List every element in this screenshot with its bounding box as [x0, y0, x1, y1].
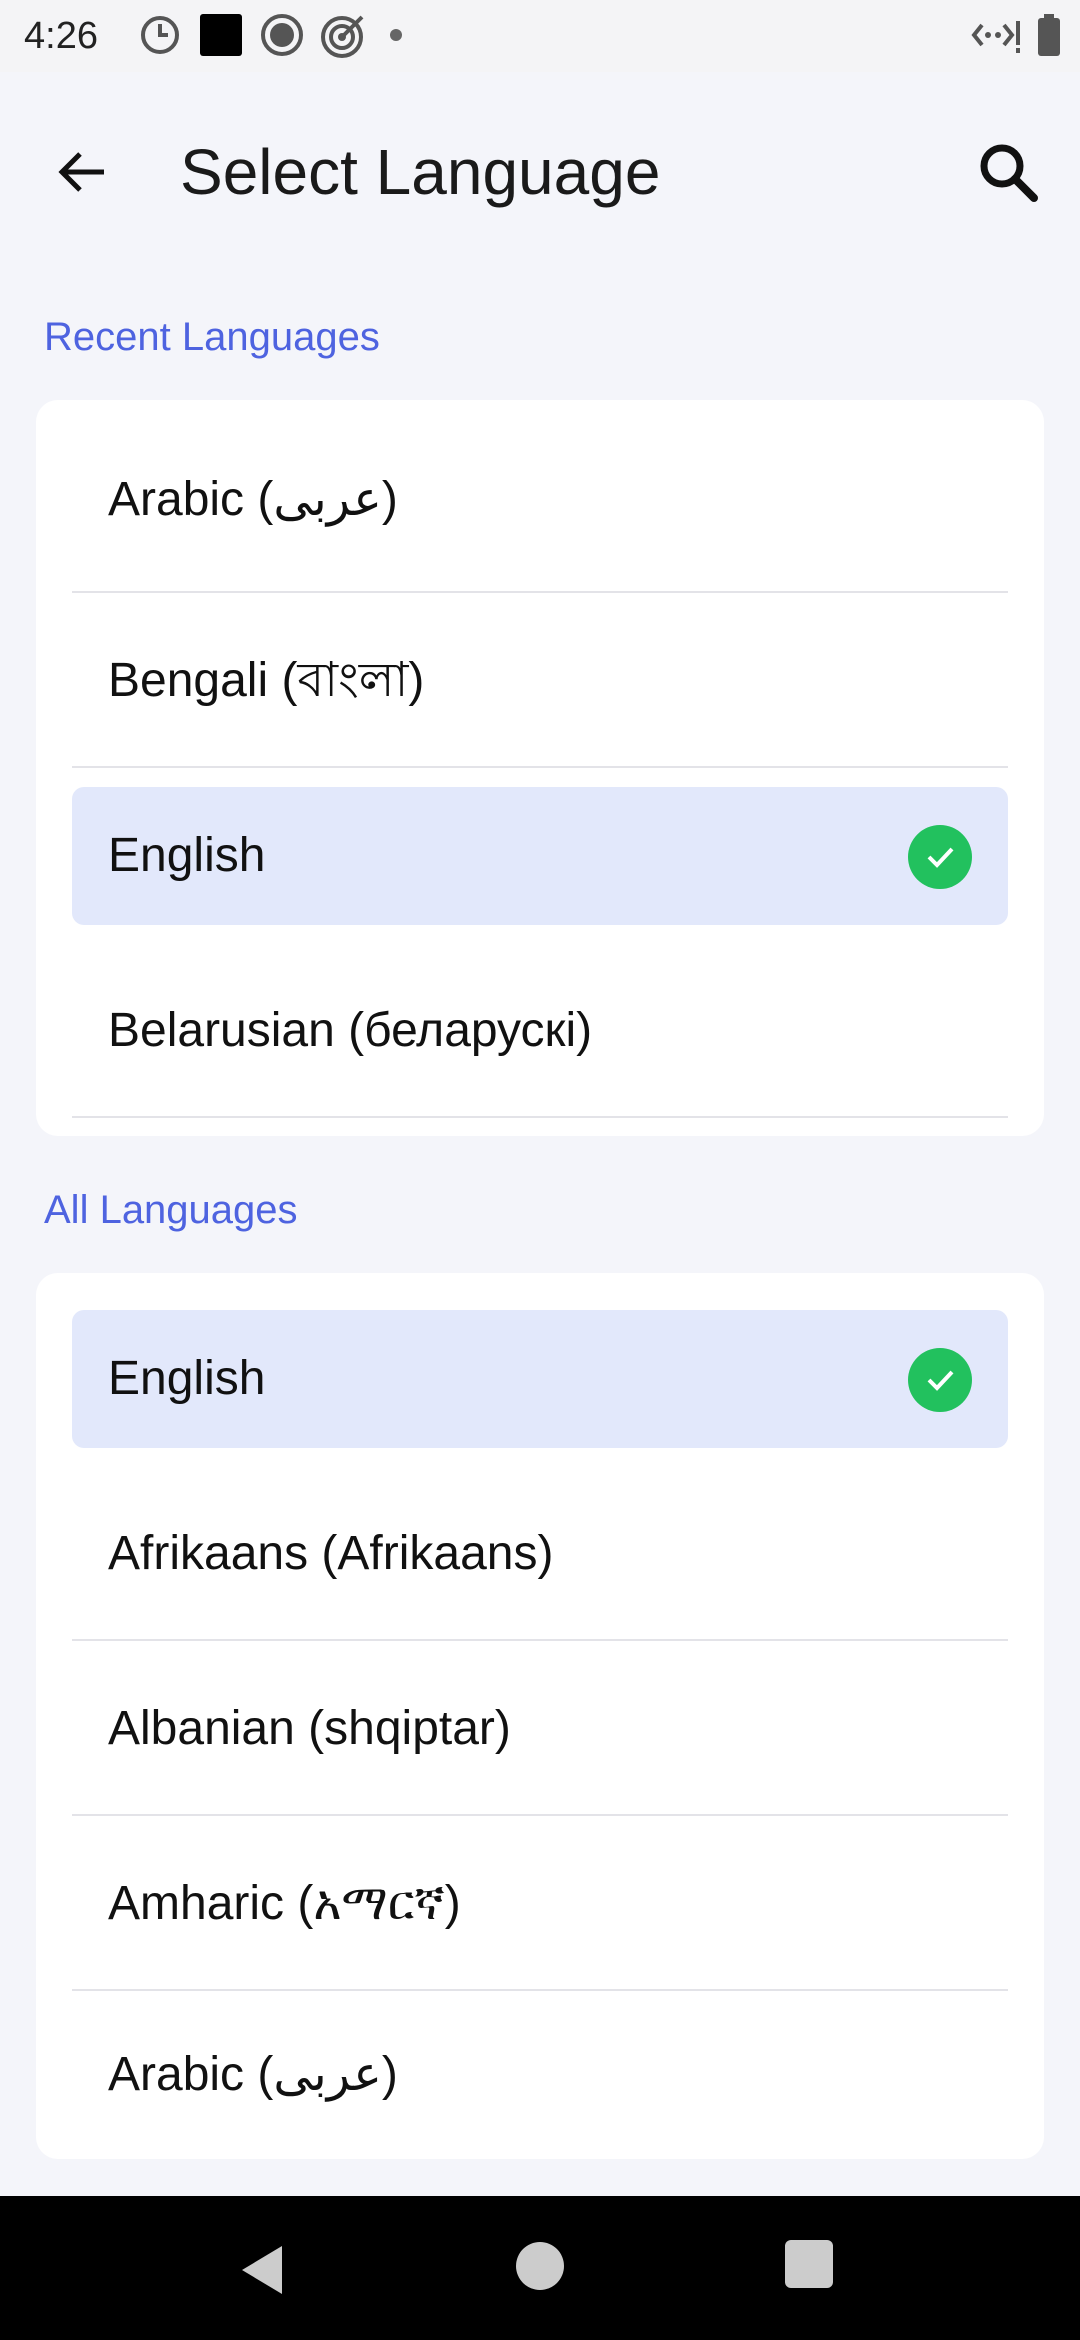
language-label: Amharic (አማርኛ)	[108, 1877, 461, 1930]
recent-languages-header: Recent Languages	[44, 315, 380, 359]
nav-home-icon[interactable]	[516, 2242, 564, 2290]
recent-language-item-english[interactable]: English	[72, 787, 1008, 925]
language-label: English	[108, 1352, 266, 1405]
language-label: Afrikaans (Afrikaans)	[108, 1527, 554, 1580]
page-title: Select Language	[180, 136, 661, 208]
language-label: Albanian (shqiptar)	[108, 1702, 511, 1755]
recent-language-item-bengali[interactable]: Bengali (বাংলা)	[72, 593, 1008, 768]
language-item-albanian[interactable]: Albanian (shqiptar)	[72, 1641, 1008, 1816]
search-icon	[980, 144, 1038, 202]
battery-icon	[1038, 14, 1060, 56]
language-label: English	[108, 829, 266, 882]
status-icons-left	[138, 10, 408, 60]
target-icon	[321, 15, 364, 58]
all-languages-list: English Afrikaans (Afrikaans) Albanian (…	[36, 1273, 1044, 2159]
divider	[72, 1116, 1008, 1118]
system-navigation-bar	[0, 2196, 1080, 2340]
language-item-afrikaans[interactable]: Afrikaans (Afrikaans)	[72, 1466, 1008, 1641]
status-icons-right	[970, 10, 1062, 60]
language-item-english[interactable]: English	[72, 1310, 1008, 1448]
status-time: 4:26	[24, 15, 98, 57]
language-label: Belarusian (беларускі)	[108, 1004, 593, 1057]
all-languages-header: All Languages	[44, 1188, 298, 1232]
data-signal-icon	[971, 21, 1020, 53]
divider	[72, 766, 1008, 768]
check-circle-icon	[908, 1348, 972, 1412]
check-circle-icon	[908, 825, 972, 889]
language-label: Bengali (বাংলা)	[108, 654, 425, 707]
language-label: Arabic (عربى)	[108, 473, 398, 526]
app-bar: Select Language	[0, 72, 1080, 268]
status-bar: 4:26	[0, 0, 1080, 72]
nav-back-icon[interactable]	[234, 2242, 290, 2298]
arrow-left-icon	[58, 152, 104, 192]
recent-language-item-belarusian[interactable]: Belarusian (беларускі)	[72, 943, 1008, 1118]
do-not-disturb-icon	[141, 16, 179, 54]
record-icon	[261, 14, 303, 56]
dot-icon	[390, 29, 402, 41]
nav-recents-icon[interactable]	[785, 2240, 833, 2288]
recent-languages-list: Arabic (عربى) Bengali (বাংলা) English Be…	[36, 400, 1044, 1136]
language-item-arabic[interactable]: Arabic (عربى)	[72, 1991, 1008, 2159]
notification-square-icon	[200, 14, 242, 56]
back-button[interactable]	[38, 128, 126, 216]
search-button[interactable]	[964, 128, 1052, 216]
recent-language-item-arabic[interactable]: Arabic (عربى)	[72, 400, 1008, 593]
language-label: Arabic (عربى)	[108, 2048, 398, 2101]
language-item-amharic[interactable]: Amharic (አማርኛ)	[72, 1816, 1008, 1991]
